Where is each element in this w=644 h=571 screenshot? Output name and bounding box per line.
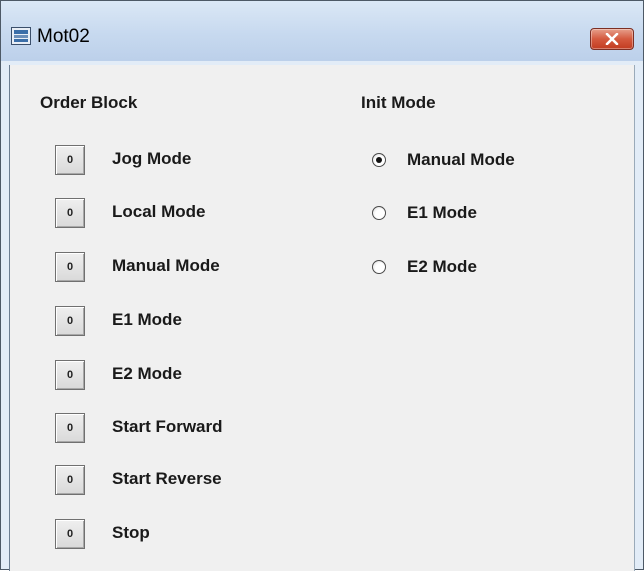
order-row-local-mode: 0 Local Mode — [55, 198, 315, 228]
start-forward-label: Start Forward — [112, 417, 223, 436]
init-mode-option-manual[interactable]: Manual Mode — [372, 149, 612, 173]
local-mode-label: Local Mode — [112, 202, 206, 221]
start-forward-button[interactable]: 0 — [55, 413, 85, 443]
e2-mode-button[interactable]: 0 — [55, 360, 85, 390]
window-title: Mot02 — [37, 26, 90, 47]
local-mode-button[interactable]: 0 — [55, 198, 85, 228]
e2-mode-label: E2 Mode — [112, 364, 182, 383]
order-row-e1-mode: 0 E1 Mode — [55, 306, 315, 336]
stop-button[interactable]: 0 — [55, 519, 85, 549]
dialog-window: Mot02 Order Block 0 Jog Mode 0 Local Mod… — [0, 0, 644, 571]
manual-mode-label: Manual Mode — [112, 256, 220, 275]
order-row-jog-mode: 0 Jog Mode — [55, 145, 315, 175]
init-mode-option-e2[interactable]: E2 Mode — [372, 256, 612, 280]
order-row-stop: 0 Stop — [55, 519, 315, 549]
order-block-heading: Order Block — [40, 93, 138, 112]
close-icon — [605, 33, 619, 45]
order-row-start-forward: 0 Start Forward — [55, 413, 315, 443]
e1-mode-radio-label[interactable]: E1 Mode — [407, 203, 477, 223]
manual-mode-radio-label[interactable]: Manual Mode — [407, 150, 515, 170]
close-button[interactable] — [590, 28, 634, 50]
manual-mode-radio[interactable] — [372, 153, 386, 167]
start-reverse-button[interactable]: 0 — [55, 465, 85, 495]
order-row-manual-mode: 0 Manual Mode — [55, 252, 315, 282]
order-row-start-reverse: 0 Start Reverse — [55, 465, 315, 495]
init-mode-heading: Init Mode — [361, 93, 436, 112]
title-bar[interactable]: Mot02 — [1, 1, 643, 61]
e1-mode-radio[interactable] — [372, 206, 386, 220]
e1-mode-button[interactable]: 0 — [55, 306, 85, 336]
start-reverse-label: Start Reverse — [112, 469, 222, 488]
stop-label: Stop — [112, 523, 150, 542]
init-mode-option-e1[interactable]: E1 Mode — [372, 202, 612, 226]
jog-mode-button[interactable]: 0 — [55, 145, 85, 175]
manual-mode-button[interactable]: 0 — [55, 252, 85, 282]
order-row-e2-mode: 0 E2 Mode — [55, 360, 315, 390]
motor-window-icon — [11, 27, 31, 45]
e2-mode-radio-label[interactable]: E2 Mode — [407, 257, 477, 277]
e1-mode-label: E1 Mode — [112, 310, 182, 329]
e2-mode-radio[interactable] — [372, 260, 386, 274]
jog-mode-label: Jog Mode — [112, 149, 192, 168]
content-panel: Order Block 0 Jog Mode 0 Local Mode 0 Ma… — [9, 65, 635, 571]
